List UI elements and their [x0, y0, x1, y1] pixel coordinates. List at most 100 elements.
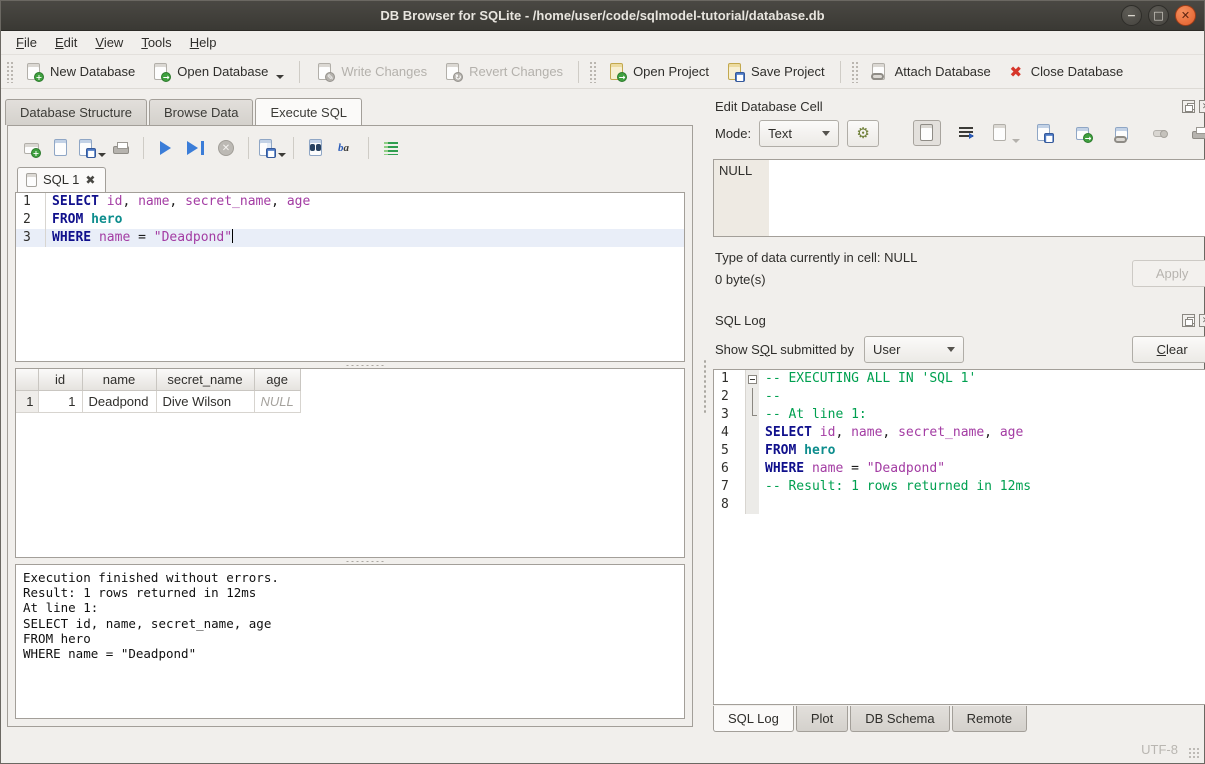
cell-size-info: 0 byte(s): [715, 269, 1132, 291]
open-project-icon: →: [607, 62, 627, 82]
execute-all-button[interactable]: [154, 136, 178, 160]
fold-margin: [746, 424, 759, 442]
cell[interactable]: 1: [38, 391, 82, 413]
toolbar-handle[interactable]: [6, 61, 13, 83]
toolbar-handle[interactable]: [589, 61, 596, 83]
mode-select[interactable]: Text: [759, 120, 839, 147]
fold-margin: [746, 478, 759, 496]
code-text: -- At line 1:: [759, 406, 1205, 424]
column-header-id[interactable]: id: [38, 369, 82, 391]
close-panel-icon[interactable]: ✕: [1199, 100, 1205, 113]
column-header-age[interactable]: age: [254, 369, 300, 391]
sql-tab-sql1[interactable]: SQL 1 ✖: [17, 167, 106, 192]
code-line: 1SELECT id, name, secret_name, age: [16, 193, 684, 211]
resize-grip[interactable]: [1188, 747, 1200, 759]
close-panel-icon[interactable]: ✕: [1199, 314, 1205, 327]
mode-label: Mode:: [715, 126, 751, 141]
code-line: 6WHERE name = "Deadpond": [714, 460, 1205, 478]
open-database-button[interactable]: → Open Database: [143, 57, 292, 87]
code-line: 8: [714, 496, 1205, 514]
new-database-icon: +: [24, 62, 44, 82]
open-database-dropdown-icon[interactable]: [276, 75, 284, 79]
fold-marker-icon[interactable]: [746, 370, 759, 388]
revert-changes-icon: ↻: [443, 62, 463, 82]
cell[interactable]: Dive Wilson: [156, 391, 254, 413]
format-sql-button[interactable]: [379, 136, 403, 160]
close-icon[interactable]: ✕: [1175, 5, 1196, 26]
sql-tab-close-icon[interactable]: ✖: [85, 174, 95, 186]
submitter-select[interactable]: User: [864, 336, 964, 363]
cell[interactable]: Deadpond: [82, 391, 156, 413]
execute-sql-pane: Database StructureBrowse DataExecute SQL…: [1, 89, 703, 735]
find-button[interactable]: [304, 136, 328, 160]
new-database-button[interactable]: + New Database: [16, 57, 143, 87]
column-header-secret-name[interactable]: secret_name: [156, 369, 254, 391]
pane-splitter[interactable]: [703, 89, 707, 735]
cell[interactable]: NULL: [254, 391, 300, 413]
maximize-icon[interactable]: □: [1148, 5, 1169, 26]
save-sql-file-button[interactable]: ■: [79, 136, 103, 160]
tab-execute-sql[interactable]: Execute SQL: [255, 98, 362, 125]
minimize-icon[interactable]: −: [1121, 5, 1142, 26]
export-cell-button[interactable]: ■: [1030, 120, 1058, 146]
write-changes-icon: ✎: [315, 62, 335, 82]
close-database-button[interactable]: ✖ Close Database: [999, 57, 1132, 87]
line-number: 7: [714, 478, 746, 496]
print-sql-button[interactable]: [109, 136, 133, 160]
menu-help[interactable]: Help: [181, 32, 226, 53]
code-text: FROM hero: [46, 211, 684, 229]
toolbar-handle[interactable]: [851, 61, 858, 83]
table-row: 11DeadpondDive WilsonNULL: [16, 391, 300, 413]
word-wrap-button[interactable]: [952, 120, 980, 146]
line-number: 1: [16, 193, 46, 211]
save-project-button[interactable]: ■ Save Project: [717, 57, 833, 87]
dock-tab-sql-log[interactable]: SQL Log: [713, 706, 794, 732]
find-replace-button[interactable]: ba: [334, 136, 358, 160]
stop-execution-button: ✕: [214, 136, 238, 160]
dock-tab-plot[interactable]: Plot: [796, 706, 848, 732]
text-mode-button[interactable]: [913, 120, 941, 146]
tab-browse-data[interactable]: Browse Data: [149, 99, 253, 125]
titlebar[interactable]: DB Browser for SQLite - /home/user/code/…: [1, 1, 1204, 31]
menu-file[interactable]: File: [7, 32, 46, 53]
menu-tools[interactable]: Tools: [132, 32, 180, 53]
save-results-button[interactable]: ■: [259, 136, 283, 160]
menu-edit[interactable]: Edit: [46, 32, 86, 53]
code-text: -- EXECUTING ALL IN 'SQL 1': [759, 370, 1205, 388]
clear-log-button[interactable]: Clear: [1132, 336, 1205, 363]
code-line: 7-- Result: 1 rows returned in 12ms: [714, 478, 1205, 496]
print-cell-button[interactable]: [1186, 120, 1205, 146]
open-sql-file-button[interactable]: [49, 136, 73, 160]
new-sql-tab-button[interactable]: +: [19, 136, 43, 160]
attach-database-icon: [869, 62, 889, 82]
link-cell-button[interactable]: [1108, 120, 1136, 146]
open-project-button[interactable]: → Open Project: [599, 57, 717, 87]
execution-message: Execution finished without errors. Resul…: [15, 564, 685, 719]
float-panel-icon[interactable]: [1182, 314, 1195, 327]
auto-switch-mode-button[interactable]: ⚙: [847, 120, 879, 147]
sql-tab-bar: SQL 1 ✖: [15, 164, 685, 192]
close-database-icon: ✖: [1007, 62, 1025, 82]
dock-tab-remote[interactable]: Remote: [952, 706, 1028, 732]
cell-type-info: Type of data currently in cell: NULL: [715, 247, 1132, 269]
open-in-app-button[interactable]: →: [1069, 120, 1097, 146]
float-panel-icon[interactable]: [1182, 100, 1195, 113]
attach-database-button[interactable]: Attach Database: [861, 57, 999, 87]
column-header-name[interactable]: name: [82, 369, 156, 391]
apply-button: Apply: [1132, 260, 1205, 287]
splitter-handle[interactable]: [15, 362, 685, 368]
tab-database-structure[interactable]: Database Structure: [5, 99, 147, 125]
line-number: 4: [714, 424, 746, 442]
row-number[interactable]: 1: [16, 391, 38, 413]
cell-value-editor[interactable]: NULL: [713, 159, 1205, 237]
dock-tab-db-schema[interactable]: DB Schema: [850, 706, 949, 732]
encoding-indicator[interactable]: UTF-8: [1141, 742, 1178, 757]
cell-info: Type of data currently in cell: NULL 0 b…: [711, 237, 1205, 299]
grid-corner[interactable]: [16, 369, 38, 391]
menu-view[interactable]: View: [86, 32, 132, 53]
sql-editor[interactable]: 1SELECT id, name, secret_name, age2FROM …: [15, 192, 685, 362]
execute-line-button[interactable]: [184, 136, 208, 160]
sql-log-view[interactable]: 1-- EXECUTING ALL IN 'SQL 1'2--3-- At li…: [713, 369, 1205, 705]
splitter-handle[interactable]: [15, 558, 685, 564]
toolbar-separator: [578, 61, 579, 83]
